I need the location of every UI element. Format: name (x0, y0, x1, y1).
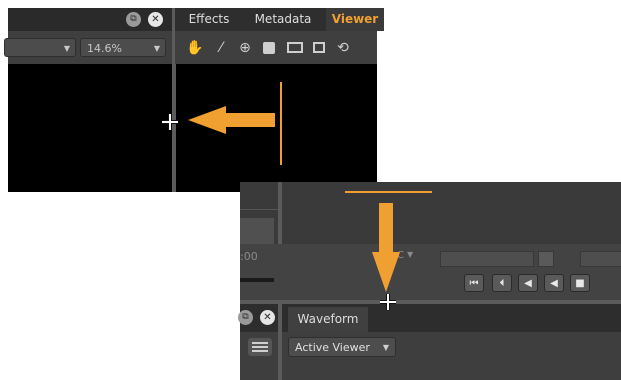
left-arrow-icon (188, 106, 275, 134)
down-arrow-icon (372, 203, 400, 292)
annotation-overlay (162, 82, 432, 310)
move-cursor-icon (380, 294, 396, 310)
move-cursor-icon (162, 114, 178, 130)
